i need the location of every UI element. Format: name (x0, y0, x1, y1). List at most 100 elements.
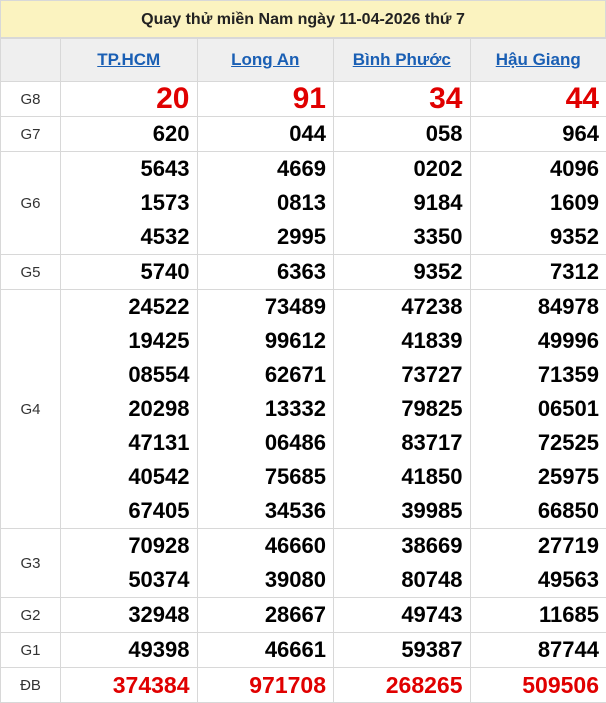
result-number: 9352 (334, 255, 463, 289)
result-number: 9184 (334, 186, 463, 220)
result-number: 41850 (334, 460, 463, 494)
result-number: 47131 (61, 426, 190, 460)
result-cell: 47238418397372779825837174185039985 (334, 290, 471, 529)
province-link-tphcm[interactable]: TP.HCM (97, 50, 160, 69)
province-link-long-an[interactable]: Long An (231, 50, 299, 69)
result-cell: 3866980748 (334, 529, 471, 598)
result-number: 9352 (471, 220, 600, 254)
result-cell: 020291843350 (334, 152, 471, 255)
prize-row: G820913444 (1, 82, 606, 117)
result-number: 72525 (471, 426, 600, 460)
result-cell: 44 (470, 82, 606, 117)
result-number: 62671 (198, 358, 327, 392)
result-cell: 268265 (334, 668, 471, 703)
result-number: 620 (61, 117, 190, 151)
result-number: 509506 (471, 668, 600, 702)
result-cell: 20 (61, 82, 198, 117)
result-cell: 2771949563 (470, 529, 606, 598)
result-number: 971708 (198, 668, 327, 702)
result-number: 67405 (61, 494, 190, 528)
result-cell: 9352 (334, 255, 471, 290)
result-cell: 59387 (334, 633, 471, 668)
result-number: 24522 (61, 290, 190, 324)
result-cell: 46661 (197, 633, 334, 668)
prize-row: G149398466615938787744 (1, 633, 606, 668)
prize-label: G6 (1, 152, 61, 255)
result-number: 2995 (198, 220, 327, 254)
header-row: TP.HCM Long An Bình Phước Hậu Giang (1, 39, 606, 82)
result-cell: 466908132995 (197, 152, 334, 255)
result-number: 0813 (198, 186, 327, 220)
result-number: 49563 (471, 563, 600, 597)
prize-label: G7 (1, 117, 61, 152)
result-cell: 971708 (197, 668, 334, 703)
result-number: 73489 (198, 290, 327, 324)
result-number: 34 (334, 82, 463, 116)
result-number: 08554 (61, 358, 190, 392)
prize-label: G3 (1, 529, 61, 598)
result-number: 374384 (61, 668, 190, 702)
result-number: 06501 (471, 392, 600, 426)
result-number: 19425 (61, 324, 190, 358)
result-number: 79825 (334, 392, 463, 426)
prize-label: G4 (1, 290, 61, 529)
prize-label: ĐB (1, 668, 61, 703)
result-number: 25975 (471, 460, 600, 494)
result-number: 39080 (198, 563, 327, 597)
result-cell: 5740 (61, 255, 198, 290)
result-number: 1573 (61, 186, 190, 220)
result-number: 49996 (471, 324, 600, 358)
prize-row: G55740636393527312 (1, 255, 606, 290)
province-link-binh-phuoc[interactable]: Bình Phước (353, 50, 451, 69)
result-number: 47238 (334, 290, 463, 324)
result-cell: 84978499967135906501725252597566850 (470, 290, 606, 529)
result-number: 70928 (61, 529, 190, 563)
prize-row: ĐB374384971708268265509506 (1, 668, 606, 703)
prize-label: G8 (1, 82, 61, 117)
result-cell: 7092850374 (61, 529, 198, 598)
result-number: 44 (471, 82, 600, 116)
result-number: 49743 (334, 598, 463, 632)
result-cell: 044 (197, 117, 334, 152)
prize-row: G424522194250855420298471314054267405734… (1, 290, 606, 529)
result-cell: 409616099352 (470, 152, 606, 255)
result-cell: 73489996126267113332064867568534536 (197, 290, 334, 529)
result-number: 41839 (334, 324, 463, 358)
result-number: 11685 (471, 598, 600, 632)
result-number: 84978 (471, 290, 600, 324)
result-number: 06486 (198, 426, 327, 460)
result-number: 32948 (61, 598, 190, 632)
result-cell: 87744 (470, 633, 606, 668)
province-link-hau-giang[interactable]: Hậu Giang (496, 50, 581, 69)
result-number: 3350 (334, 220, 463, 254)
result-cell: 49743 (334, 598, 471, 633)
result-cell: 49398 (61, 633, 198, 668)
result-number: 20298 (61, 392, 190, 426)
result-number: 66850 (471, 494, 600, 528)
result-cell: 34 (334, 82, 471, 117)
result-number: 28667 (198, 598, 327, 632)
result-number: 4096 (471, 152, 600, 186)
result-number: 34536 (198, 494, 327, 528)
result-number: 75685 (198, 460, 327, 494)
result-number: 0202 (334, 152, 463, 186)
result-number: 80748 (334, 563, 463, 597)
result-number: 5740 (61, 255, 190, 289)
result-number: 59387 (334, 633, 463, 667)
result-cell: 374384 (61, 668, 198, 703)
result-number: 6363 (198, 255, 327, 289)
results-table: TP.HCM Long An Bình Phước Hậu Giang G820… (0, 38, 606, 703)
result-cell: 4666039080 (197, 529, 334, 598)
result-number: 39985 (334, 494, 463, 528)
result-number: 46660 (198, 529, 327, 563)
result-cell: 91 (197, 82, 334, 117)
result-cell: 058 (334, 117, 471, 152)
result-number: 4669 (198, 152, 327, 186)
result-cell: 24522194250855420298471314054267405 (61, 290, 198, 529)
result-cell: 11685 (470, 598, 606, 633)
prize-row: G7620044058964 (1, 117, 606, 152)
result-number: 13332 (198, 392, 327, 426)
result-number: 20 (61, 82, 190, 116)
result-cell: 564315734532 (61, 152, 198, 255)
result-number: 91 (198, 82, 327, 116)
